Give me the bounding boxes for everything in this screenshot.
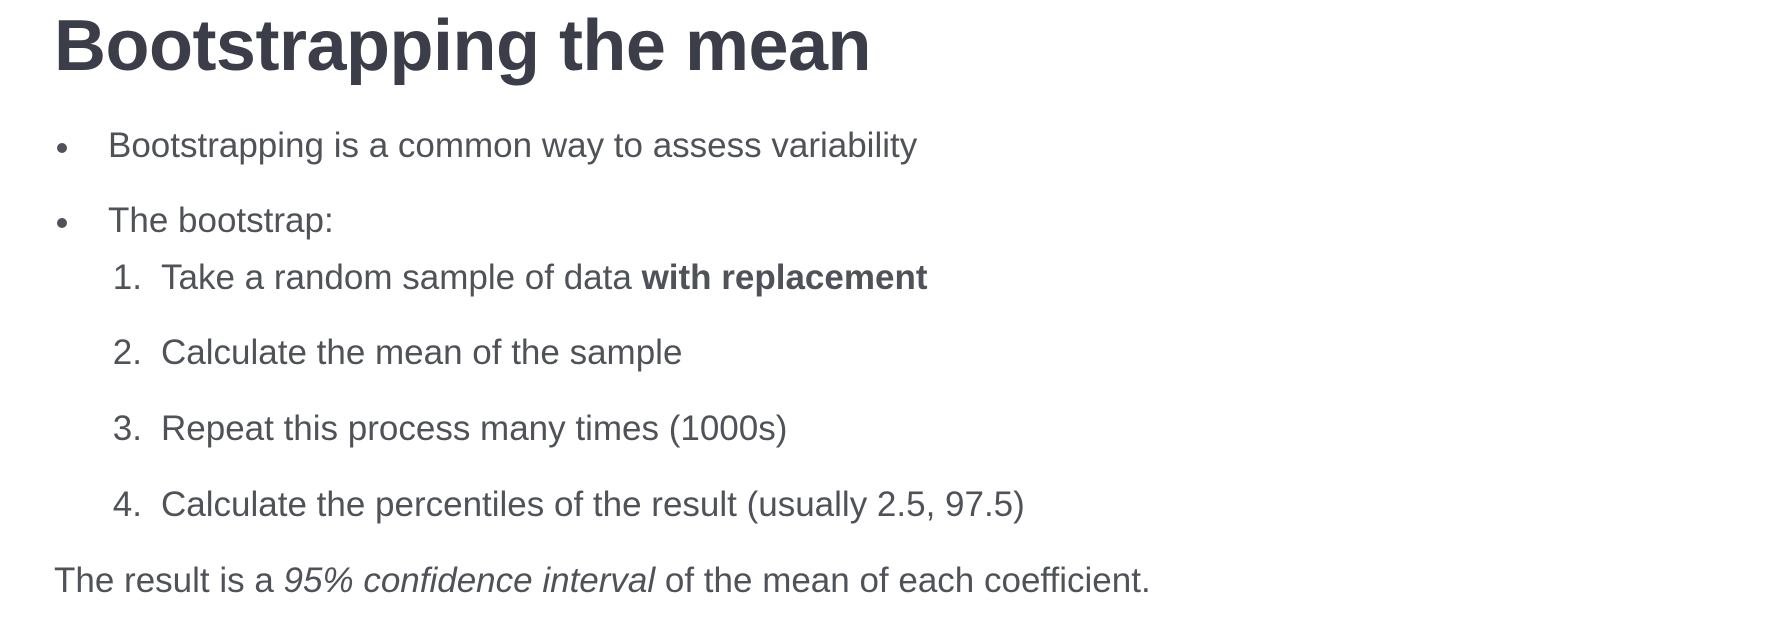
step-number: 3. bbox=[112, 409, 142, 448]
conclusion-text: The result is a 95% confidence interval … bbox=[54, 559, 1151, 603]
step-number: 1. bbox=[112, 258, 142, 297]
conclusion-italic: 95% confidence interval bbox=[283, 561, 656, 600]
bullet-item: The bootstrap: bbox=[108, 201, 334, 240]
step-emphasis: with replacement bbox=[641, 258, 928, 297]
conclusion-after: of the mean of each coefficient. bbox=[655, 561, 1151, 600]
conclusion-before: The result is a bbox=[54, 561, 284, 600]
bullet-item: Bootstrapping is a common way to assess … bbox=[108, 126, 918, 165]
slide-title: Bootstrapping the mean bbox=[54, 6, 872, 86]
step-text: Take a random sample of data bbox=[161, 258, 642, 297]
step-number: 2. bbox=[112, 333, 142, 372]
slide: Bootstrapping the mean Bootstrapping is … bbox=[0, 0, 1782, 628]
step-item: Take a random sample of data with replac… bbox=[161, 256, 927, 300]
bullet-marker bbox=[54, 127, 68, 153]
step-item: Calculate the percentiles of the result … bbox=[161, 485, 1025, 524]
step-item: Repeat this process many times (1000s) bbox=[161, 409, 788, 448]
bullet-marker bbox=[54, 202, 68, 228]
step-item: Calculate the mean of the sample bbox=[161, 333, 683, 372]
step-number: 4. bbox=[112, 485, 142, 524]
